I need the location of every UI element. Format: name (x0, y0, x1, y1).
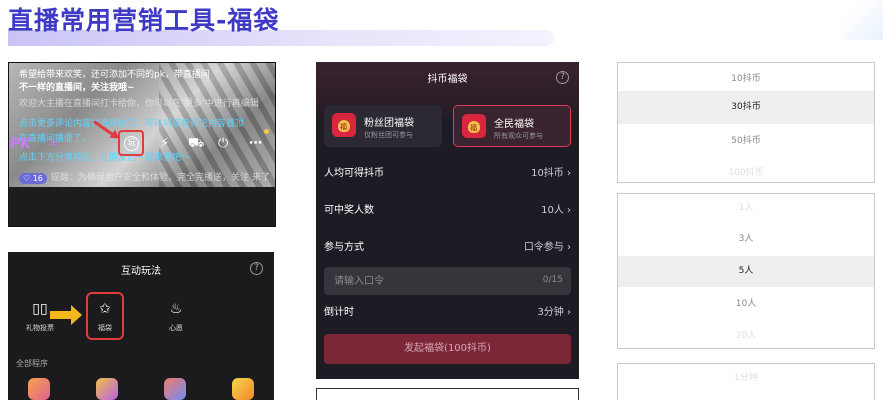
row-label: 参与方式 (324, 242, 364, 253)
picker-option[interactable]: 10抖币 (618, 69, 874, 89)
row-value: 3分钟 › (537, 307, 571, 318)
coins-picker[interactable]: 10抖币 30抖币 50抖币 100抖币 (617, 62, 875, 183)
wish-icon: ♨ (169, 301, 183, 317)
help-icon[interactable]: ? (556, 71, 569, 84)
launch-lucky-bag-button[interactable]: 发起福袋(100抖币) (324, 334, 571, 364)
power-icon[interactable]: ⏻ (218, 136, 228, 152)
picker-option-selected[interactable]: 30抖币 (618, 91, 874, 124)
winners-picker[interactable]: 1人 3人 5人 10人 20人 (617, 193, 875, 349)
comment-4: 点击更多评论内容并选择置顶，可以将该条评论内容置顶 (19, 119, 245, 129)
picker-option[interactable]: 3人 (618, 229, 874, 249)
help-icon[interactable]: ? (250, 262, 263, 275)
lucky-bag-icon: ✩ (99, 301, 111, 317)
bag-name: 粉丝团福袋 (364, 118, 414, 129)
char-counter: 0/15 (542, 275, 563, 285)
lucky-bag-icon (462, 114, 486, 138)
program-icon-3[interactable] (164, 378, 186, 400)
comment-2: 不一样的直播间，关注我哦~ (19, 83, 135, 93)
picker-option[interactable]: 100抖币 (618, 163, 874, 182)
password-input-box[interactable]: 0/15 (324, 267, 571, 295)
panel-title: 抖币福袋 (427, 74, 468, 85)
row-label: 倒计时 (324, 307, 354, 318)
page-title: 直播常用营销工具-福袋 (8, 6, 280, 35)
program-icon-2[interactable] (96, 378, 118, 400)
fans-badge: ♡ 16 (19, 173, 47, 184)
bag-name: 全民福袋 (494, 119, 534, 130)
cart-icon[interactable]: ⛟ (188, 136, 204, 152)
play-button[interactable]: 玩 (118, 130, 144, 156)
picker-option-selected[interactable]: 5人 (618, 256, 874, 287)
row-label: 人均可得抖币 (324, 168, 384, 179)
participation-row[interactable]: 参与方式 口令参与 › (324, 240, 571, 256)
program-icon-1[interactable] (28, 378, 50, 400)
magic-wand-icon[interactable]: ⚡ (160, 136, 169, 152)
more-icon[interactable]: ⋯ (249, 136, 262, 152)
bag-desc: 所有观众可参与 (494, 132, 543, 140)
picker-option[interactable]: 50抖币 (618, 131, 874, 151)
section-label: 全部程序 (16, 359, 48, 368)
row-value: 10抖币 › (531, 168, 571, 179)
panel-title: 互动玩法 (121, 266, 161, 277)
wish-item[interactable]: ♨ 心愿 (156, 298, 196, 333)
comment-3: 欢迎大主播在直播间打卡给你，你可以在‘更多’中进行再编辑 (19, 99, 259, 109)
bag-desc: 仅粉丝团可参与 (364, 131, 413, 139)
live-toolbar (9, 187, 275, 226)
row-value: 口令参与 › (523, 242, 571, 253)
lucky-bag-icon (332, 113, 356, 137)
winners-count-row[interactable]: 可中奖人数 10人 › (324, 203, 571, 219)
lucky-bag-label: 福袋 (98, 324, 112, 332)
wish-label: 心愿 (169, 324, 183, 332)
pk-button[interactable]: PK (10, 136, 31, 152)
coin-lucky-bag-panel: 抖币福袋 ? 粉丝团福袋 仅粉丝团可参与 全民福袋 所有观众可参与 人均可得抖币… (316, 62, 579, 379)
row-label: 可中奖人数 (324, 205, 374, 216)
countdown-row[interactable]: 倒计时 3分钟 › (324, 305, 571, 321)
picker-option[interactable]: 10人 (618, 294, 874, 314)
countdown-picker[interactable]: 1分钟 (617, 363, 875, 400)
picker-option[interactable]: 1分钟 (618, 368, 874, 388)
comment-7: 提醒：为确保用户安全和体验，完全完播送，关注 来了 (51, 173, 270, 183)
comment-1: 希望给带来欢笑，还可添加不同的pk，带直播间 (19, 70, 210, 80)
link-icon[interactable]: ∞ (48, 136, 59, 152)
notification-dot (264, 129, 269, 134)
corner-decoration (840, 0, 883, 40)
row-value: 10人 › (541, 205, 571, 216)
yellow-arrow-icon (50, 305, 82, 325)
picker-option[interactable]: 20人 (618, 326, 874, 346)
password-input[interactable] (324, 267, 524, 295)
all-viewers-bag-option[interactable]: 全民福袋 所有观众可参与 (453, 105, 571, 147)
gift-vote-label: 礼物投票 (26, 324, 54, 332)
play-icon: 玩 (124, 136, 139, 151)
comment-6: 点击下方分享按钮，让朋友们一起来看吧～ (19, 153, 191, 163)
fans-bag-option[interactable]: 粉丝团福袋 仅粉丝团可参与 (324, 105, 442, 147)
coins-per-person-row[interactable]: 人均可得抖币 10抖币 › (324, 166, 571, 182)
program-icon-4[interactable] (232, 378, 254, 400)
picker-option[interactable]: 1人 (618, 198, 874, 218)
next-panel-edge (316, 388, 579, 400)
lucky-bag-item[interactable]: ✩ 福袋 (86, 298, 124, 333)
